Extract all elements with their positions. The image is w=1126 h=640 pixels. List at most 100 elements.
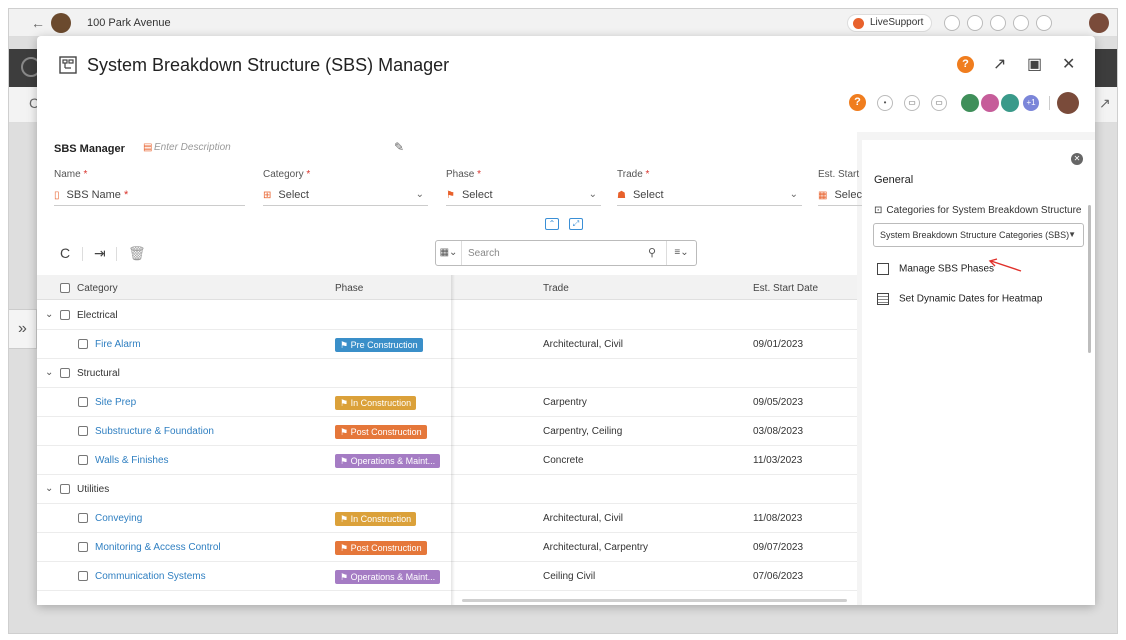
flag-icon: ⚑ [340,514,351,524]
collaborator-avatar[interactable] [959,92,981,114]
item-name[interactable]: Substructure & Foundation [78,426,214,437]
group-row[interactable]: ⌄ Utilities [37,475,857,504]
expand-panel-icon[interactable]: » [9,309,37,349]
collaborator-avatar[interactable] [999,92,1021,114]
set-dynamic-dates[interactable]: Set Dynamic Dates for Heatmap [877,293,1042,305]
row-checkbox[interactable] [78,426,88,437]
app-tool-icon[interactable] [967,15,983,31]
edit-pencil-icon[interactable]: ✎ [394,140,404,154]
date-cell: 07/06/2023 [753,571,804,582]
category-select[interactable]: ⊞ Select ⌄ [263,186,428,206]
app-external-icon[interactable]: ↗ [1099,95,1111,112]
trade-select[interactable]: ☗ Select ⌄ [617,186,802,206]
item-name[interactable]: Walls & Finishes [78,455,169,466]
row-checkbox[interactable] [78,571,88,582]
phase-label: Phase * [446,169,482,180]
col-phase[interactable]: Phase [335,283,363,294]
phase-badge: ⚑ Operations & Maint... [335,454,441,468]
open-external-icon[interactable]: ↗ [993,54,1006,74]
flag-icon: ⚑ [340,340,351,350]
categories-select[interactable]: System Breakdown Structure Categories (S… [873,223,1084,247]
phase-badge: ⚑ In Construction [335,512,417,526]
chevron-down-icon: ⌄ [789,189,798,200]
help-icon[interactable]: ? [957,56,974,73]
collapse-up-icon[interactable]: ⌃ [545,218,559,230]
delete-icon[interactable]: 🗑 [128,245,146,262]
project-name[interactable]: 100 Park Avenue [87,17,171,29]
chevron-down-icon[interactable]: ⌄ [45,483,53,494]
heatmap-icon [877,293,889,305]
table-row[interactable]: Communication Systems ⚑ Operations & Main… [37,562,857,591]
row-checkbox[interactable] [78,397,88,408]
app-tool-icon[interactable] [990,15,1006,31]
table-row[interactable]: Walls & Finishes ⚑ Operations & Maint... C… [37,446,857,475]
user-avatar[interactable] [1089,13,1109,33]
sub-help-icon[interactable]: ? [849,94,866,111]
table-row[interactable]: Conveying ⚑ In Construction Architectural,… [37,504,857,533]
table-row[interactable]: Site Prep ⚑ In Construction Carpentry 09/05… [37,388,857,417]
row-checkbox[interactable] [60,368,70,379]
sub-tool-icon[interactable]: ▭ [931,95,947,111]
close-icon[interactable]: ✕ [1062,54,1075,74]
flag-icon: ⚑ [340,427,351,437]
app-tool-icon[interactable] [1036,15,1052,31]
collaborator-avatar[interactable] [979,92,1001,114]
back-arrow-icon[interactable]: ← [31,15,45,31]
row-checkbox[interactable] [78,455,88,466]
group-row[interactable]: ⌄ Electrical [37,301,857,330]
app-tool-icon[interactable] [944,15,960,31]
phase-select[interactable]: ⚑ Select ⌄ [446,186,601,206]
col-est-start-date[interactable]: Est. Start Date [753,283,818,294]
chevron-down-icon[interactable]: ⌄ [45,367,53,378]
pin-icon[interactable]: ⤢ [569,218,583,230]
sbs-phases-icon [877,263,889,275]
trade-cell: Concrete [543,455,584,466]
row-checkbox[interactable] [60,310,70,321]
trade-cell: Architectural, Civil [543,513,624,524]
filter-icon[interactable]: ≡⌄ [666,241,696,265]
table-row[interactable]: Monitoring & Access Control ⚑ Post Constr… [37,533,857,562]
col-trade[interactable]: Trade [543,283,569,294]
live-support-icon [853,18,864,29]
row-checkbox[interactable] [78,542,88,553]
document-icon: ▯ [54,190,60,201]
project-avatar[interactable] [51,13,71,33]
col-category[interactable]: Category [60,283,118,294]
flag-icon: ⚑ [340,572,351,582]
manage-sbs-phases[interactable]: Manage SBS Phases [877,263,994,275]
live-support-button[interactable]: LiveSupport [847,14,933,32]
name-input[interactable]: ▯ SBS Name * [54,186,245,206]
item-name[interactable]: Conveying [78,513,142,524]
table-row[interactable]: Substructure & Foundation ⚑ Post Construc… [37,417,857,446]
select-all-checkbox[interactable] [60,283,70,294]
current-user-avatar[interactable] [1057,92,1079,114]
item-name[interactable]: Monitoring & Access Control [78,542,221,553]
group-row[interactable]: ⌄ Structural [37,359,857,388]
horizontal-scrollbar[interactable] [462,599,847,602]
search-input[interactable] [468,245,648,261]
export-icon[interactable]: ⇥ [94,245,106,262]
date-cell: 11/03/2023 [753,455,803,466]
search-icon[interactable]: ⚲ [648,246,656,259]
app-tool-icon[interactable] [1013,15,1029,31]
fullscreen-icon[interactable]: ▣ [1027,54,1042,74]
description-input[interactable]: Enter Description [154,142,231,153]
est-start-select[interactable]: ▦ Selec [818,186,862,206]
chevron-down-icon[interactable]: ⌄ [45,309,53,320]
sub-tool-icon[interactable]: ▭ [904,95,920,111]
close-panel-icon[interactable]: ✕ [1071,153,1083,165]
table-row[interactable]: Fire Alarm ⚑ Pre Construction Architectura… [37,330,857,359]
est-start-label: Est. Start D [818,169,862,180]
item-name[interactable]: Fire Alarm [78,339,141,350]
more-collaborators-badge[interactable]: +1 [1023,95,1039,111]
side-panel-scrollbar[interactable] [1088,205,1091,353]
refresh-icon[interactable]: C [60,245,70,261]
view-switch-icon[interactable]: ▦⌄ [436,241,462,265]
row-checkbox[interactable] [78,513,88,524]
item-name[interactable]: Communication Systems [78,571,206,582]
chevron-down-icon: ⌄ [415,189,424,200]
row-checkbox[interactable] [78,339,88,350]
sub-tool-icon[interactable]: • [877,95,893,111]
item-name[interactable]: Site Prep [78,397,136,408]
row-checkbox[interactable] [60,484,70,495]
